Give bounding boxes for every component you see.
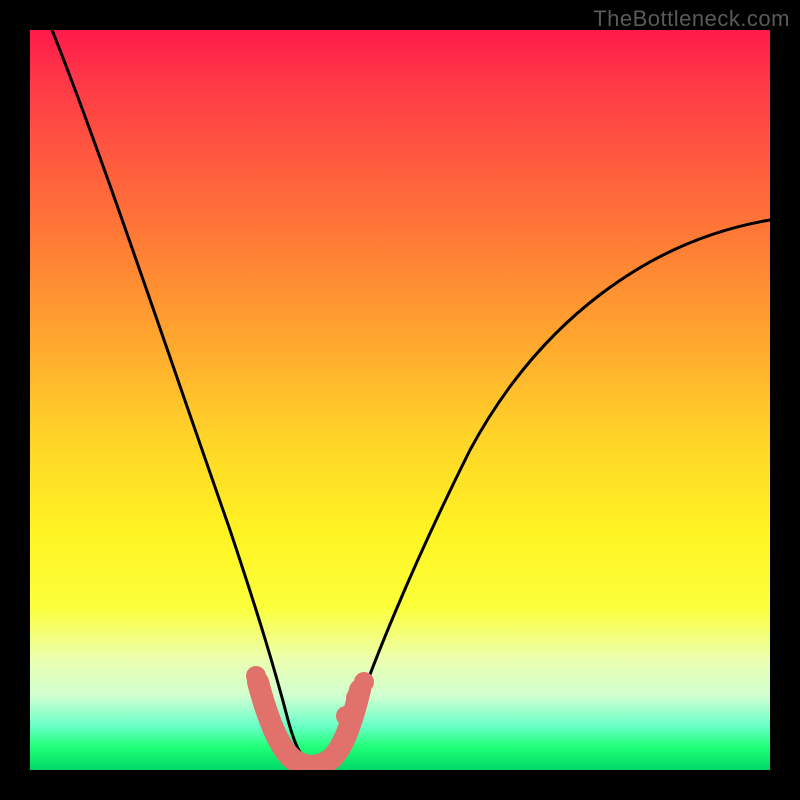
chart-plot-area [30,30,770,770]
bottleneck-curve [52,30,770,765]
watermark-text: TheBottleneck.com [593,6,790,32]
chart-svg [30,30,770,770]
